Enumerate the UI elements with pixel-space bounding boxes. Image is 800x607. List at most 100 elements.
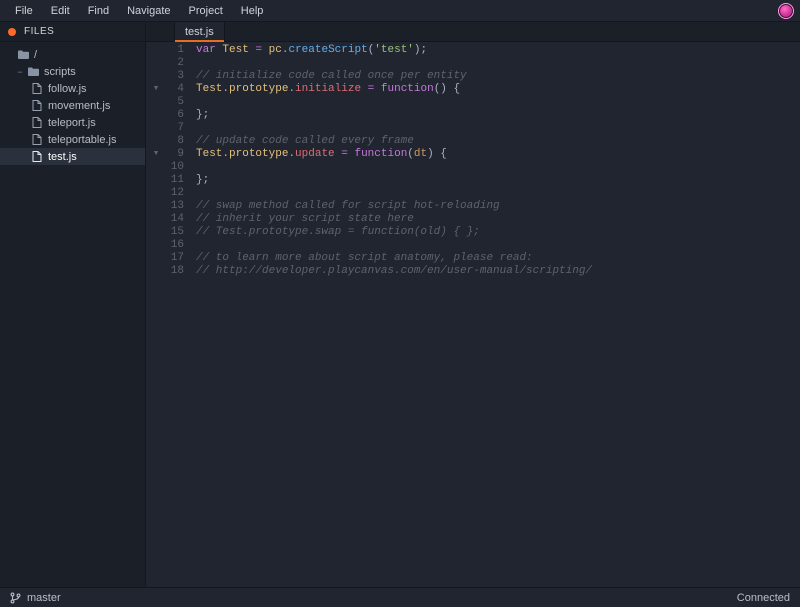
code-line[interactable] <box>196 161 800 174</box>
tree-file-label: test.js <box>48 151 77 163</box>
tree-root[interactable]: / <box>0 46 145 63</box>
code-line[interactable]: }; <box>196 109 800 122</box>
panel-title: FILES <box>24 26 54 37</box>
fold-marker <box>146 265 166 278</box>
folder-icon <box>26 67 40 76</box>
git-branch-icon <box>10 592 21 604</box>
tree-file-label: teleportable.js <box>48 134 117 146</box>
fold-marker[interactable]: ▾ <box>146 148 166 161</box>
line-number: 11 <box>166 174 184 187</box>
tree-folder-scripts[interactable]: − scripts <box>0 63 145 80</box>
line-number: 18 <box>166 265 184 278</box>
file-icon <box>30 134 44 145</box>
menu-help[interactable]: Help <box>232 1 273 21</box>
tree-file-label: teleport.js <box>48 117 96 129</box>
code-line[interactable] <box>196 122 800 135</box>
code-line[interactable] <box>196 239 800 252</box>
file-icon <box>30 117 44 128</box>
code-line[interactable]: // inherit your script state here <box>196 213 800 226</box>
code-line[interactable]: Test.prototype.initialize = function() { <box>196 83 800 96</box>
gutter: ▾▾ 123456789101112131415161718 <box>146 44 190 278</box>
code-line[interactable]: // swap method called for script hot-rel… <box>196 200 800 213</box>
line-number: 13 <box>166 200 184 213</box>
code-line[interactable]: // to learn more about script anatomy, p… <box>196 252 800 265</box>
fold-marker <box>146 44 166 57</box>
fold-marker <box>146 187 166 200</box>
tree-file-selected[interactable]: test.js <box>0 148 145 165</box>
fold-marker <box>146 135 166 148</box>
editor-area: test.js ▾▾ 123456789101112131415161718 v… <box>146 22 800 587</box>
fold-marker <box>146 174 166 187</box>
tree-file[interactable]: teleportable.js <box>0 131 145 148</box>
line-number: 8 <box>166 135 184 148</box>
code-line[interactable] <box>196 187 800 200</box>
line-number: 10 <box>166 161 184 174</box>
menu-find[interactable]: Find <box>79 1 118 21</box>
file-tree: / − scripts follow.js <box>0 42 145 169</box>
line-number: 5 <box>166 96 184 109</box>
fold-marker <box>146 161 166 174</box>
app-root: File Edit Find Navigate Project Help FIL… <box>0 0 800 607</box>
line-number: 7 <box>166 122 184 135</box>
menu-bar: File Edit Find Navigate Project Help <box>0 0 800 22</box>
sidebar: FILES / − scripts <box>0 22 146 587</box>
fold-gutter[interactable]: ▾▾ <box>146 44 166 278</box>
menu-project[interactable]: Project <box>180 1 232 21</box>
files-panel-header[interactable]: FILES <box>0 22 145 42</box>
line-number: 14 <box>166 213 184 226</box>
tree-file-label: follow.js <box>48 83 87 95</box>
code-editor[interactable]: ▾▾ 123456789101112131415161718 var Test … <box>146 42 800 587</box>
code-line[interactable]: var Test = pc.createScript('test'); <box>196 44 800 57</box>
fold-marker <box>146 252 166 265</box>
git-branch-name[interactable]: master <box>27 592 61 604</box>
line-number: 12 <box>166 187 184 200</box>
line-number-gutter: 123456789101112131415161718 <box>166 44 190 278</box>
code-body[interactable]: var Test = pc.createScript('test'); // i… <box>190 44 800 278</box>
tree-folder-label: scripts <box>44 66 76 78</box>
code-line[interactable]: // initialize code called once per entit… <box>196 70 800 83</box>
fold-marker <box>146 239 166 252</box>
connection-status: Connected <box>737 592 790 604</box>
tab-bar: test.js <box>146 22 800 42</box>
main-split: FILES / − scripts <box>0 22 800 587</box>
tree-root-label: / <box>34 49 37 61</box>
fold-marker <box>146 70 166 83</box>
tree-file-label: movement.js <box>48 100 110 112</box>
line-number: 17 <box>166 252 184 265</box>
file-icon <box>30 83 44 94</box>
code-line[interactable]: // Test.prototype.swap = function(old) {… <box>196 226 800 239</box>
menu-navigate[interactable]: Navigate <box>118 1 179 21</box>
fold-marker <box>146 226 166 239</box>
tree-file[interactable]: follow.js <box>0 80 145 97</box>
fold-marker <box>146 96 166 109</box>
line-number: 1 <box>166 44 184 57</box>
fold-marker <box>146 213 166 226</box>
fold-marker <box>146 122 166 135</box>
fold-marker <box>146 200 166 213</box>
folder-icon <box>16 50 30 59</box>
user-avatar[interactable] <box>778 3 794 19</box>
code-line[interactable] <box>196 57 800 70</box>
line-number: 15 <box>166 226 184 239</box>
code-line[interactable]: // http://developer.playcanvas.com/en/us… <box>196 265 800 278</box>
fold-marker[interactable]: ▾ <box>146 83 166 96</box>
code-line[interactable]: Test.prototype.update = function(dt) { <box>196 148 800 161</box>
code-line[interactable]: }; <box>196 174 800 187</box>
collapse-icon[interactable]: − <box>14 67 26 77</box>
menu-edit[interactable]: Edit <box>42 1 79 21</box>
line-number: 6 <box>166 109 184 122</box>
tree-file[interactable]: movement.js <box>0 97 145 114</box>
code-line[interactable] <box>196 96 800 109</box>
line-number: 16 <box>166 239 184 252</box>
code-line[interactable]: // update code called every frame <box>196 135 800 148</box>
tree-file[interactable]: teleport.js <box>0 114 145 131</box>
line-number: 3 <box>166 70 184 83</box>
file-icon <box>30 151 44 162</box>
fold-marker <box>146 109 166 122</box>
editor-tab[interactable]: test.js <box>174 21 225 41</box>
editor-tab-label: test.js <box>185 26 214 38</box>
status-bar: master Connected <box>0 587 800 607</box>
fold-marker <box>146 57 166 70</box>
panel-dot-icon <box>8 28 16 36</box>
menu-file[interactable]: File <box>6 1 42 21</box>
